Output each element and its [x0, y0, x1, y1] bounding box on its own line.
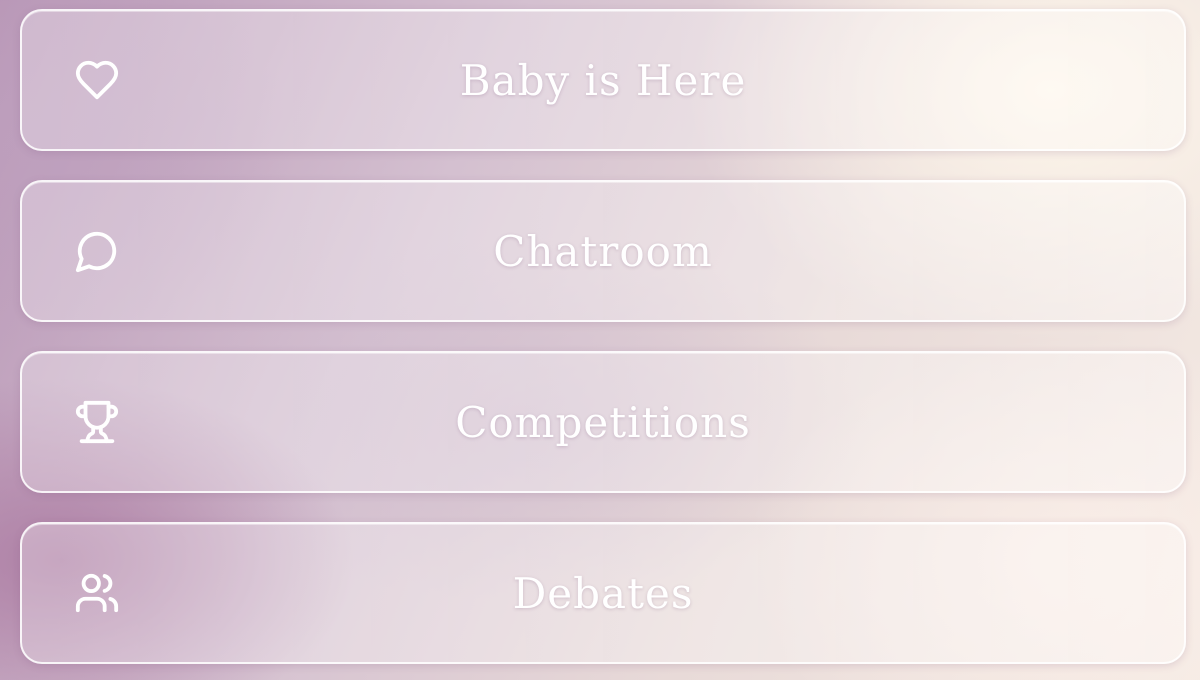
debates-label: Debates: [512, 568, 694, 618]
heart-icon: [74, 57, 120, 103]
baby-is-here-button[interactable]: Baby is Here: [20, 9, 1186, 151]
chatroom-label: Chatroom: [493, 226, 713, 276]
users-icon: [74, 570, 120, 616]
menu-list: Baby is Here Chatroom Competitions Debat…: [20, 9, 1186, 664]
trophy-icon: [74, 399, 120, 445]
debates-button[interactable]: Debates: [20, 522, 1186, 664]
chat-bubble-icon: [74, 228, 120, 274]
chatroom-button[interactable]: Chatroom: [20, 180, 1186, 322]
baby-is-here-label: Baby is Here: [459, 55, 747, 105]
competitions-label: Competitions: [455, 397, 751, 447]
competitions-button[interactable]: Competitions: [20, 351, 1186, 493]
